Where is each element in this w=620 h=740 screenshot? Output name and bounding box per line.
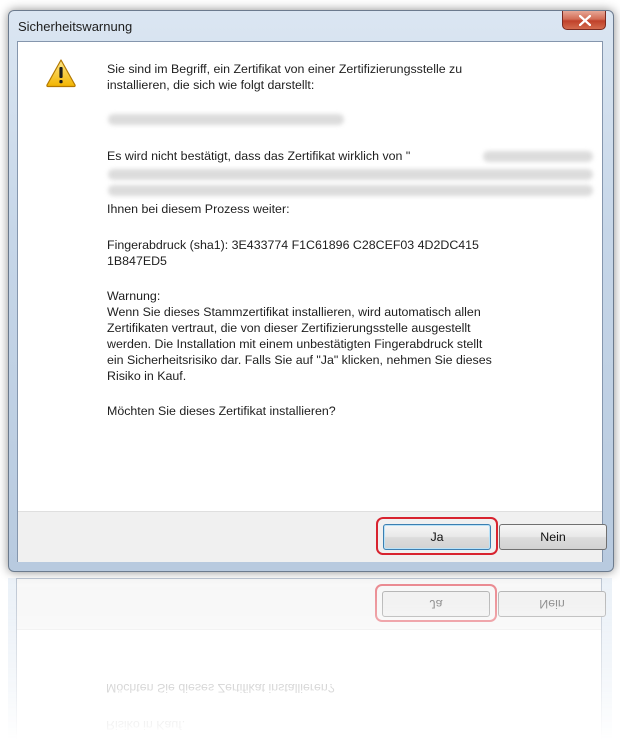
warning-line-3: werden. Die Installation mit einem unbes… <box>107 337 483 351</box>
dialog-title: Sicherheitswarnung <box>18 19 133 34</box>
warning-line-4: ein Sicherheitsrisiko dar. Falls Sie auf… <box>107 353 492 367</box>
reflection-yes-button: Ja <box>382 591 490 617</box>
reflection-frame: Risiko in Kauf. Möchten Sie dieses Zerti… <box>16 578 606 740</box>
redacted-text-1 <box>108 169 593 180</box>
thumbprint-line-1: Fingerabdruck (sha1): 3E433774 F1C61896 … <box>107 238 479 252</box>
warning-icon <box>46 59 76 88</box>
warning-line-5: Risiko in Kauf. <box>107 369 187 383</box>
window-reflection: Risiko in Kauf. Möchten Sie dieses Zerti… <box>8 578 612 740</box>
message-area: Sie sind im Begriff, ein Zertifikat von … <box>18 42 602 511</box>
redacted-text-2 <box>108 185 593 196</box>
title-bar[interactable]: Sicherheitswarnung <box>9 11 613 41</box>
reflection-warning-line-5: Risiko in Kauf. <box>106 718 186 732</box>
close-icon <box>579 15 591 26</box>
warning-line-1: Wenn Sie dieses Stammzertifikat installi… <box>107 305 481 319</box>
reflection-content: Risiko in Kauf. Möchten Sie dieses Zerti… <box>8 578 612 740</box>
reflection-no-button: Nein <box>498 591 606 617</box>
intro-line-2: installieren, die sich wie folgt darstel… <box>107 78 315 92</box>
yes-button[interactable]: Ja <box>383 524 491 550</box>
security-warning-dialog: Sicherheitswarnung Sie sind im Begriff, … <box>8 10 614 572</box>
dialog-frame: Sie sind im Begriff, ein Zertifikat von … <box>17 41 607 562</box>
close-button[interactable] <box>562 11 606 30</box>
reflection-question: Möchten Sie dieses Zertifikat installier… <box>106 681 335 695</box>
redacted-issuer <box>483 151 593 162</box>
verify-prefix-text: Es wird nicht bestätigt, dass das Zertif… <box>107 149 411 163</box>
redacted-ca-name <box>108 114 344 125</box>
thumbprint-line-2: 1B847ED5 <box>107 254 167 268</box>
warning-line-2: Zertifikaten vertraut, die von dieser Ze… <box>107 321 471 335</box>
reflection-button-bar: Ja Nein <box>17 579 606 630</box>
verify-suffix-text: Ihnen bei diesem Prozess weiter: <box>107 202 290 216</box>
install-question: Möchten Sie dieses Zertifikat installier… <box>107 404 336 418</box>
intro-line-1: Sie sind im Begriff, ein Zertifikat von … <box>107 62 463 76</box>
warning-heading: Warnung: <box>107 289 161 303</box>
button-bar: Ja Nein <box>18 511 607 562</box>
no-button[interactable]: Nein <box>499 524 607 550</box>
